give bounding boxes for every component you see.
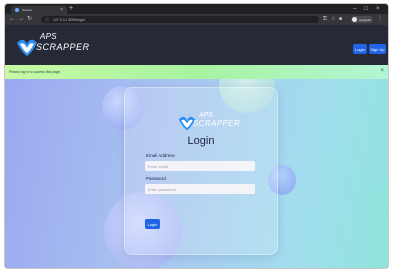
extension-icon[interactable]: ■ xyxy=(339,16,342,23)
login-title: Login xyxy=(187,135,215,147)
browser-tab[interactable]: Scraper × xyxy=(11,6,67,14)
card-logo-text-bottom: SCRAPPER xyxy=(193,119,241,128)
main-content: APS SCRAPPER Login Email Address Passwor… xyxy=(5,79,388,268)
info-icon[interactable]: ⓘ xyxy=(45,17,49,23)
reload-icon[interactable]: ↻ xyxy=(27,16,32,23)
key-icon[interactable]: ⚿ xyxy=(323,16,327,23)
email-label: Email Address xyxy=(146,153,175,158)
profile-avatar xyxy=(352,17,357,22)
tab-close-icon[interactable]: × xyxy=(60,7,63,13)
login-submit-button[interactable]: Login xyxy=(145,219,160,229)
logo-text-top: APS xyxy=(40,32,57,41)
header-login-button[interactable]: Login xyxy=(353,44,367,54)
card-logo: APS SCRAPPER xyxy=(177,110,240,136)
browser-menu-icon[interactable]: ⋮ xyxy=(377,16,383,23)
profile-label: Incognito xyxy=(359,17,372,22)
alert-close-icon[interactable]: × xyxy=(380,68,384,75)
star-icon[interactable]: ☆ xyxy=(331,16,335,23)
address-bar[interactable]: ⓘ 127.0.0.1:5000/login xyxy=(41,16,319,23)
browser-tabstrip: Scraper × + – □ × xyxy=(5,4,388,14)
header-signup-button[interactable]: Sign Up xyxy=(369,44,386,54)
close-window-icon[interactable]: × xyxy=(376,5,380,13)
site-header: APS SCRAPPER Login Sign Up xyxy=(5,25,388,65)
alert-message: Please log in to access this page. xyxy=(9,70,61,74)
alert-banner: Please log in to access this page. × xyxy=(5,65,388,79)
email-field[interactable] xyxy=(145,161,255,171)
profile-button[interactable]: Incognito xyxy=(351,16,373,23)
minimize-icon[interactable]: – xyxy=(353,5,356,13)
logo-text-bottom: SCRAPPER xyxy=(36,42,90,52)
forward-icon[interactable]: → xyxy=(18,16,24,23)
password-label: Password xyxy=(146,176,166,181)
browser-window: Scraper × + – □ × ← → ↻ ⓘ 127.0.0.1:5000… xyxy=(5,4,388,268)
site-logo[interactable]: APS SCRAPPER xyxy=(15,32,89,59)
address-url[interactable]: 127.0.0.1:5000/login xyxy=(53,18,85,22)
card-logo-text-top: APS xyxy=(199,112,214,119)
maximize-icon[interactable]: □ xyxy=(364,5,368,13)
new-tab-button[interactable]: + xyxy=(69,5,73,13)
favicon-icon xyxy=(15,8,19,12)
tab-title: Scraper xyxy=(22,8,33,12)
login-card: APS SCRAPPER Login Email Address Passwor… xyxy=(124,87,278,255)
back-icon[interactable]: ← xyxy=(9,16,15,23)
browser-toolbar: ← → ↻ ⓘ 127.0.0.1:5000/login ⚿ ☆ ■ Incog… xyxy=(5,14,388,25)
password-field[interactable] xyxy=(145,184,255,194)
